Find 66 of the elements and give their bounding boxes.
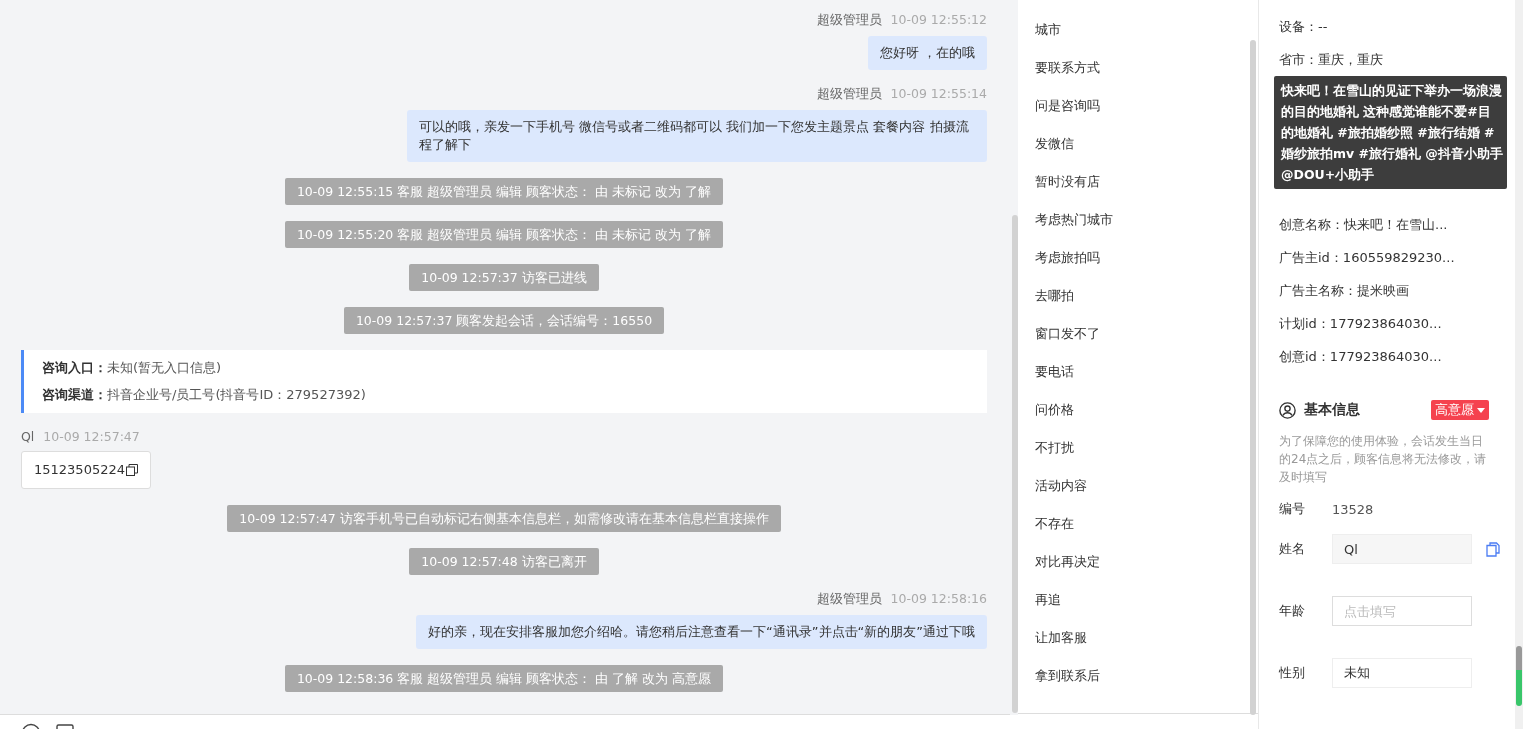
name-field[interactable]: Ql [1332, 534, 1472, 564]
source-info-row-text: 省市：重庆，重庆 [1279, 51, 1384, 69]
info-label: 咨询渠道： [42, 387, 107, 402]
system-notice: 10-09 12:57:47 访客手机号已自动标记右侧基本信息栏，如需修改请在基本信息栏直接操作 [227, 505, 781, 532]
quick-reply-item[interactable]: 考虑旅拍吗 [1035, 248, 1250, 286]
source-info-row-text: 广告主名称：提米映画 [1279, 282, 1410, 300]
quick-reply-item[interactable]: 问价格 [1035, 400, 1250, 438]
info-value: 未知(暂无入口信息) [107, 360, 222, 375]
quick-reply-item[interactable]: 拿到联系后 [1035, 666, 1250, 704]
sender-name: 超级管理员 [816, 86, 882, 103]
hint-text: 为了保障您的使用体验，会话发生当日的24点之后，顾客信息将无法修改，请及时填写 [1279, 433, 1488, 486]
system-notice: 10-09 12:55:20 客服 超级管理员 编辑 顾客状态： 由 未标记 改为 了解 [284, 221, 724, 248]
info-value: 抖音企业号/员工号(抖音号ID：279527392) [107, 387, 366, 402]
message-time: 10-09 12:55:14 [890, 86, 987, 103]
field-label: 年龄 [1279, 602, 1306, 620]
agent-message-bubble: 好的亲，现在安排客服加您介绍哈。请您稍后注意查看一下“通讯录”并点击“新的朋友”通过下哦 [416, 615, 987, 649]
quick-reply-item[interactable]: 活动内容 [1035, 476, 1250, 514]
source-info-row-text: 计划id：177923864030... [1279, 315, 1443, 333]
tooltip: 快来吧！在雪山的见证下举办一场浪漫的目的地婚礼 这种感觉谁能不爱#目的地婚礼 #旅拍婚纱照 #旅行结婚 #婚纱旅拍mv #旅行婚礼 @抖音小助手 @DOU+小助手 [1274, 76, 1507, 189]
copy-icon[interactable] [126, 464, 138, 476]
quick-reply-item[interactable]: 要联系方式 [1035, 58, 1250, 96]
quick-reply-item[interactable]: 暂时没有店 [1035, 172, 1250, 210]
visitor-message: 15123505224 [34, 461, 125, 479]
system-notice: 10-09 12:57:48 访客已离开 [409, 548, 599, 575]
quick-reply-item[interactable]: 去哪拍 [1035, 286, 1250, 324]
source-info-row-text: 广告主id：160559829230... [1279, 249, 1456, 267]
quick-reply-item[interactable]: 不打扰 [1035, 438, 1250, 476]
quick-reply-item[interactable]: 问是咨询吗 [1035, 96, 1250, 134]
quick-reply-item[interactable]: 发微信 [1035, 134, 1250, 172]
quick-reply-item[interactable]: 要电话 [1035, 362, 1250, 400]
agent-message-bubble: 可以的哦，亲发一下手机号 微信号或者二维码都可以 我们加一下您发主题景点 套餐内容 拍摄流程了解下 [407, 110, 987, 162]
source-info-row-text: 创意名称：快来吧！在雪山... [1279, 216, 1449, 234]
user-icon [1279, 401, 1296, 419]
agent-message-bubble: 您好呀 ，在的哦 [867, 36, 987, 70]
sender-name: 超级管理员 [816, 12, 882, 29]
field-label: 姓名 [1279, 540, 1306, 558]
scrollbar-thumb[interactable] [1250, 40, 1256, 715]
quick-reply-item[interactable]: 对比再决定 [1035, 552, 1250, 590]
system-notice: 10-09 12:55:15 客服 超级管理员 编辑 顾客状态： 由 未标记 改为 了解 [284, 178, 724, 205]
section-title: 基本信息 [1304, 401, 1361, 419]
quick-reply-item[interactable]: 城市 [1035, 20, 1250, 58]
scrollbar-thumb[interactable] [1516, 646, 1522, 706]
quick-reply-item[interactable]: 窗口发不了 [1035, 324, 1250, 362]
field-value: 13528 [1332, 501, 1374, 517]
quick-reply-item[interactable]: 再追 [1035, 590, 1250, 628]
info-label: 咨询入口： [42, 360, 107, 375]
message-time: 10-09 12:57:47 [43, 429, 140, 444]
system-notice: 10-09 12:57:37 访客已进线 [409, 264, 599, 291]
scrollbar-thumb[interactable] [1012, 215, 1018, 713]
caret-icon [1477, 407, 1485, 413]
source-info-row-text: 设备：-- [1279, 18, 1329, 36]
gender-field[interactable]: 未知 [1332, 658, 1472, 688]
quick-reply-item[interactable]: 不存在 [1035, 514, 1250, 552]
system-notice: 10-09 12:57:37 顾客发起会话，会话编号：16550 [343, 307, 665, 334]
system-notice: 10-09 12:58:36 客服 超级管理员 编辑 顾客状态： 由 了解 改为 高意愿 [284, 665, 724, 692]
age-field[interactable]: 点击填写 [1332, 596, 1472, 626]
status-dropdown[interactable]: 高意愿 [1431, 400, 1489, 420]
message-time: 10-09 12:58:16 [890, 591, 987, 608]
field-label: 编号 [1279, 500, 1306, 518]
message-time: 10-09 12:55:12 [890, 12, 987, 29]
sender-name: Ql [21, 429, 35, 444]
quick-reply-item[interactable]: 让加客服 [1035, 628, 1250, 666]
quick-reply-item[interactable]: 考虑热门城市 [1035, 210, 1250, 248]
source-info-row-text: 创意id：177923864030... [1279, 348, 1443, 366]
sender-name: 超级管理员 [816, 591, 882, 608]
field-label: 性别 [1279, 664, 1306, 682]
